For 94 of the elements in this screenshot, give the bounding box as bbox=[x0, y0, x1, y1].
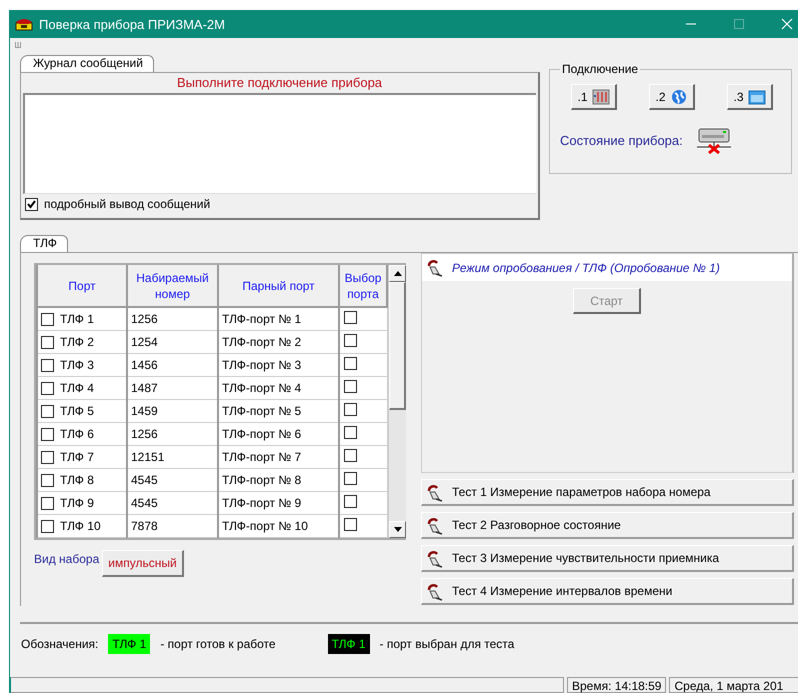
table-cell: 12151 bbox=[127, 446, 218, 468]
device-icon bbox=[696, 127, 731, 154]
checkbox[interactable] bbox=[344, 334, 357, 347]
port-badge: ТЛФ 1 bbox=[328, 634, 370, 654]
checkbox[interactable] bbox=[344, 472, 357, 485]
port-name: ТЛФ 6 bbox=[60, 427, 94, 441]
port-name: ТЛФ 4 bbox=[60, 381, 94, 395]
checkbox[interactable] bbox=[41, 520, 54, 532]
table-cell: ТЛФ-порт № 2 bbox=[218, 330, 339, 354]
group-title: Подключение bbox=[560, 62, 640, 76]
table-cell: 7878 bbox=[127, 514, 218, 538]
table-cell: ТЛФ-порт № 1 bbox=[218, 307, 339, 330]
table-cell: 1487 bbox=[127, 376, 218, 400]
status-time: Время: 14:18:59 bbox=[567, 677, 666, 693]
table-cell: ТЛФ-порт № 3 bbox=[218, 354, 339, 376]
legend-text: - порт готов к работе bbox=[160, 637, 276, 651]
checkbox[interactable] bbox=[41, 496, 54, 510]
table-cell: ТЛФ-порт № 8 bbox=[218, 468, 339, 492]
checkbox[interactable] bbox=[25, 198, 38, 210]
port-name: ТЛФ 8 bbox=[60, 473, 94, 487]
checkbox[interactable] bbox=[344, 426, 357, 439]
table-cell: ТЛФ-порт № 10 bbox=[218, 514, 339, 538]
handset-icon bbox=[426, 482, 444, 502]
checkbox[interactable] bbox=[41, 312, 54, 326]
port-name: ТЛФ 9 bbox=[60, 496, 94, 510]
status-label: Состояние прибора: bbox=[560, 133, 683, 148]
table-cell: 4545 bbox=[127, 468, 218, 492]
checkbox[interactable] bbox=[41, 358, 54, 372]
handset-icon bbox=[426, 258, 444, 277]
window-icon bbox=[748, 88, 766, 104]
port-name: ТЛФ 7 bbox=[60, 450, 94, 464]
window-title: Поверка прибора ПРИЗМА-2М bbox=[39, 16, 225, 32]
legend-title: Обозначения: bbox=[21, 637, 98, 651]
table-cell: ТЛФ-порт № 6 bbox=[218, 422, 339, 446]
port-badge: ТЛФ 1 bbox=[108, 634, 150, 654]
checkbox[interactable] bbox=[41, 382, 54, 394]
checkbox[interactable] bbox=[344, 403, 357, 416]
connection-button[interactable]: .3 bbox=[727, 84, 773, 110]
legend-text: - порт выбран для теста bbox=[380, 637, 514, 651]
column-header[interactable]: Порт bbox=[37, 265, 127, 307]
table-cell: 4545 bbox=[127, 492, 218, 514]
table-cell: 1256 bbox=[127, 307, 218, 330]
checkbox[interactable] bbox=[41, 450, 54, 464]
globe-icon bbox=[670, 88, 688, 104]
checkbox[interactable] bbox=[344, 357, 357, 370]
tab[interactable]: ТЛФ bbox=[20, 235, 68, 252]
section-header[interactable]: Тест 4 Измерение интервалов времени bbox=[421, 578, 794, 605]
checkbox-label: подробный вывод сообщений bbox=[44, 197, 210, 211]
maximize-icon bbox=[733, 18, 745, 30]
port-name: ТЛФ 3 bbox=[60, 358, 94, 372]
scrollbar[interactable] bbox=[388, 265, 406, 538]
section-header[interactable]: Тест 1 Измерение параметров набора номера bbox=[421, 479, 794, 506]
connection-button[interactable]: .2 bbox=[649, 84, 695, 110]
dial-type-button[interactable]: импульсный bbox=[102, 550, 184, 577]
table-cell: 1254 bbox=[127, 330, 218, 354]
status-message: Выполните подключение прибора bbox=[176, 74, 384, 92]
close-icon bbox=[781, 18, 793, 30]
port-name: ТЛФ 1 bbox=[60, 312, 94, 326]
table-cell: ТЛФ-порт № 7 bbox=[218, 446, 339, 468]
tab[interactable]: Журнал сообщений bbox=[20, 55, 154, 72]
column-header[interactable]: Набираемый номер bbox=[127, 265, 218, 307]
grip-icon bbox=[15, 42, 21, 48]
checkbox[interactable] bbox=[344, 380, 357, 393]
table-cell: ТЛФ-порт № 9 bbox=[218, 492, 339, 514]
checkbox[interactable] bbox=[344, 449, 357, 462]
table-cell: 1256 bbox=[127, 422, 218, 446]
table-cell: 1456 bbox=[127, 354, 218, 376]
checkbox[interactable] bbox=[344, 518, 357, 531]
checkbox[interactable] bbox=[41, 428, 54, 440]
section-header[interactable]: Тест 2 Разговорное состояние bbox=[421, 512, 794, 539]
port-name: ТЛФ 10 bbox=[60, 519, 101, 533]
column-header[interactable]: Выбор порта bbox=[339, 265, 387, 307]
checkbox[interactable] bbox=[344, 495, 357, 508]
connection-button[interactable]: .1 bbox=[571, 84, 617, 110]
checkbox[interactable] bbox=[344, 311, 357, 324]
scroll-up-icon bbox=[394, 271, 402, 276]
field-label: Вид набора bbox=[34, 551, 100, 566]
port-name: ТЛФ 2 bbox=[60, 335, 94, 349]
section-header[interactable]: Тест 3 Измерение чувствительности приемника bbox=[421, 545, 794, 572]
handset-icon bbox=[426, 516, 444, 534]
handset-icon bbox=[426, 548, 444, 568]
port-name: ТЛФ 5 bbox=[60, 404, 94, 418]
handset-icon bbox=[426, 582, 444, 600]
table-cell: 1459 bbox=[127, 400, 218, 422]
checkbox[interactable] bbox=[41, 474, 54, 486]
checkbox[interactable] bbox=[41, 404, 54, 418]
column-header[interactable]: Парный порт bbox=[218, 265, 339, 307]
section-header[interactable]: Режим опробованиея / ТЛФ (Опробование № 1) bbox=[422, 254, 792, 281]
scroll-down-icon bbox=[394, 527, 402, 532]
table-cell: ТЛФ-порт № 5 bbox=[218, 400, 339, 422]
checkbox[interactable] bbox=[41, 336, 54, 348]
table-cell: ТЛФ-порт № 4 bbox=[218, 376, 339, 400]
rack-icon bbox=[592, 88, 610, 104]
telephone-icon bbox=[15, 17, 33, 31]
